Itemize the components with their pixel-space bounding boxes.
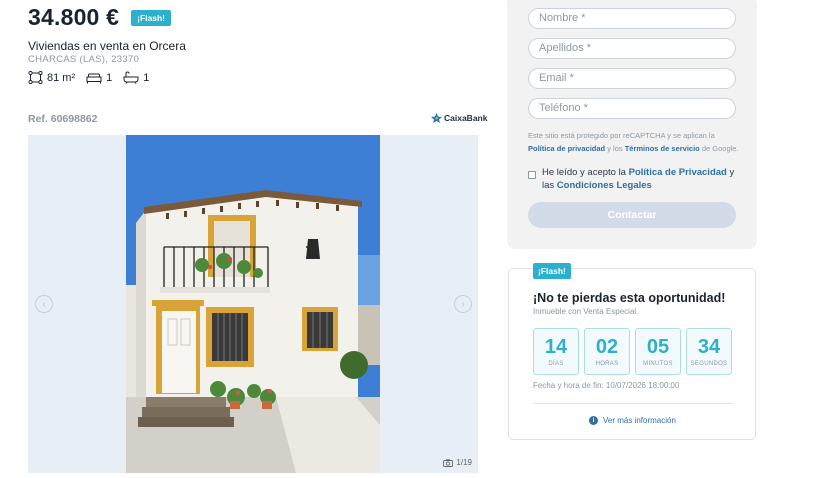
promo-flash-badge: ¡Flash! — [533, 263, 571, 279]
info-icon: i — [589, 416, 598, 425]
promo-subtitle: Inmueble con Venta Especial. — [533, 307, 639, 316]
more-info-link[interactable]: i Ver más información — [589, 416, 676, 425]
name-field[interactable]: Nombre * — [528, 8, 736, 29]
listing-title: Viviendas en venta en Orcera — [28, 39, 186, 53]
feature-bedrooms: 1 — [86, 72, 112, 84]
consent-row: He leído y acepto la Política de Privaci… — [528, 166, 740, 192]
consent-checkbox[interactable] — [528, 171, 536, 179]
features-row: 81 m² 1 1 — [28, 71, 160, 84]
promo-end-date: Fecha y hora de fin: 10/07/2026 18:00:00 — [533, 381, 680, 390]
bank-name: CaixaBank — [444, 113, 488, 123]
bed-icon — [86, 73, 102, 83]
legal-conditions-link[interactable]: Condiciones Legales — [557, 180, 652, 191]
divider — [533, 403, 733, 404]
consent-label: He leído y acepto la Política de Privaci… — [542, 167, 735, 191]
phone-field[interactable]: Teléfono * — [528, 98, 736, 119]
countdown-days: 14 DÍAS — [533, 328, 579, 375]
contact-button[interactable]: Contactar — [528, 202, 736, 228]
caixabank-star-icon — [431, 113, 442, 123]
gallery-counter-text: 1/19 — [456, 458, 472, 467]
property-photo[interactable] — [126, 135, 380, 473]
feature-area-value: 81 m² — [47, 71, 76, 84]
listing-location: CHARCAS (LAS), 23370 — [28, 54, 140, 65]
countdown-seconds: 34 SEGUNDOS — [686, 328, 732, 375]
flash-sale-card: ¡Flash! ¡No te pierdas esta oportunidad!… — [508, 263, 756, 440]
terms-of-service-link[interactable]: Términos de servicio — [625, 144, 700, 153]
price-row: 34.800 € ¡Flash! — [28, 4, 172, 31]
feature-bathrooms: 1 — [123, 71, 149, 84]
email-field[interactable]: Email * — [528, 68, 736, 89]
bank-logo: CaixaBank — [431, 113, 487, 123]
consent-privacy-link[interactable]: Política de Privacidad — [629, 167, 727, 178]
promo-title: ¡No te pierdas esta oportunidad! — [533, 291, 726, 305]
chevron-left-icon: ‹ — [42, 298, 46, 310]
bathtub-icon — [123, 71, 139, 84]
countdown-hours: 02 HORAS — [584, 328, 630, 375]
surname-field[interactable]: Apellidos * — [528, 38, 736, 59]
chevron-right-icon: › — [461, 298, 465, 310]
price: 34.800 € — [28, 4, 120, 30]
gallery-prev-button[interactable]: ‹ — [35, 295, 53, 313]
privacy-policy-link[interactable]: Política de privacidad — [528, 144, 605, 153]
feature-bathrooms-value: 1 — [143, 71, 150, 84]
contact-form: Nombre * Apellidos * Email * Teléfono * … — [507, 0, 757, 249]
feature-area: 81 m² — [28, 71, 75, 84]
gallery-next-button[interactable]: › — [454, 295, 472, 313]
camera-icon — [443, 458, 454, 467]
feature-bedrooms-value: 1 — [106, 71, 113, 84]
gallery-counter: 1/19 — [443, 458, 472, 467]
more-info-label: Ver más información — [603, 416, 676, 425]
flash-badge: ¡Flash! — [131, 9, 172, 26]
countdown: 14 DÍAS 02 HORAS 05 MINUTOS 34 SEGUNDOS — [533, 328, 737, 375]
reference-number: Ref. 60698862 — [28, 113, 98, 125]
countdown-minutes: 05 MINUTOS — [635, 328, 681, 375]
photo-gallery[interactable]: ‹ › 1/19 — [28, 135, 478, 473]
area-icon — [28, 71, 43, 84]
recaptcha-notice: Este sitio está protegido por reCAPTCHA … — [528, 131, 739, 153]
